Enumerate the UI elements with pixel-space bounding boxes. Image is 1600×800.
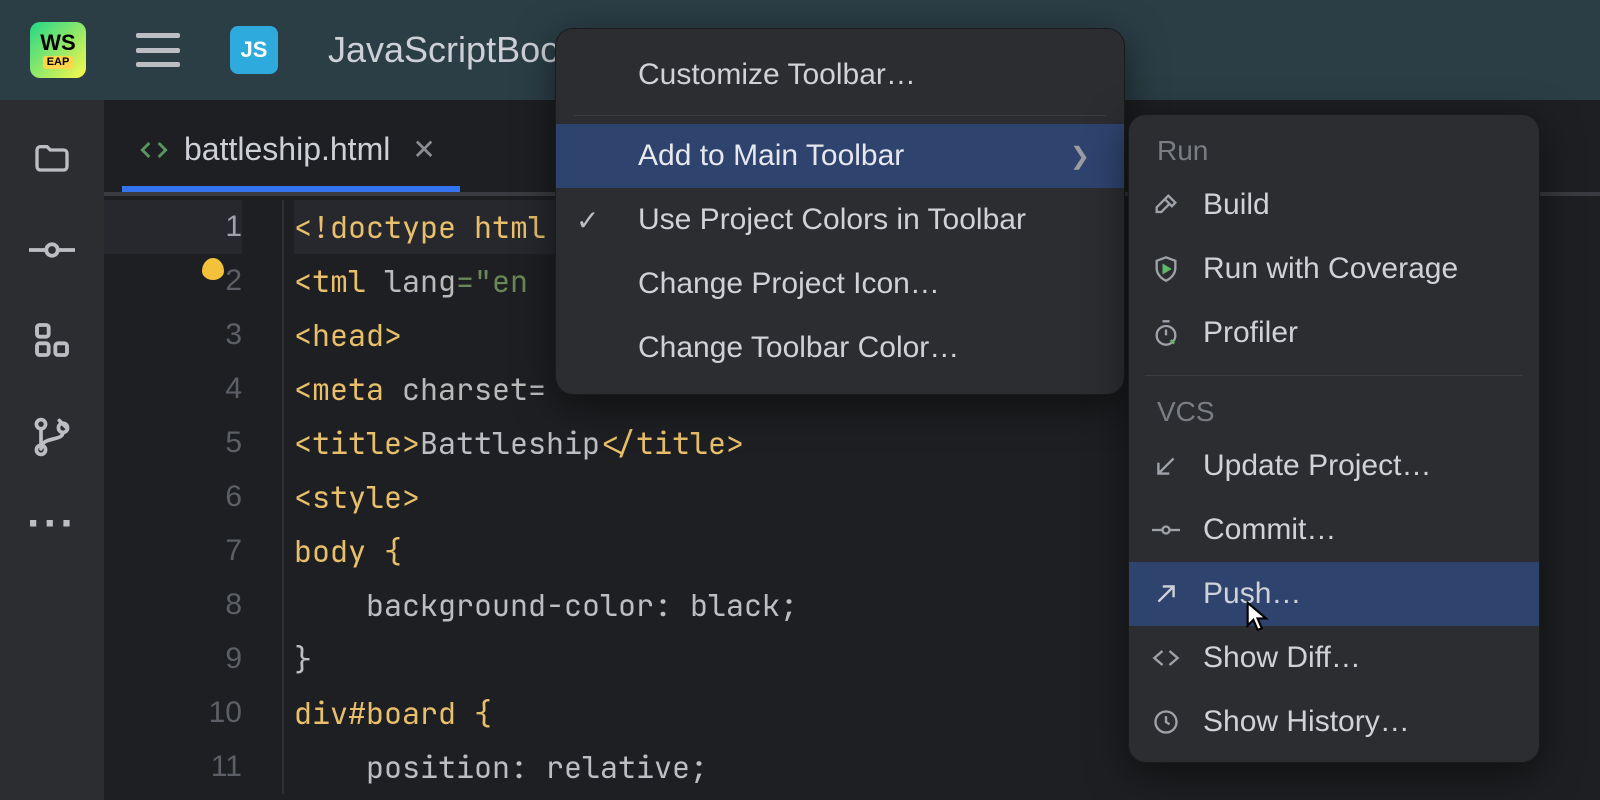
submenu-item-run-coverage[interactable]: Run with Coverage [1129, 237, 1539, 301]
menu-label: Use Project Colors in Toolbar [590, 203, 1026, 237]
menu-label: Change Toolbar Color… [590, 331, 959, 365]
clock-icon [1149, 708, 1183, 736]
tab-filename: battleship.html [184, 131, 390, 168]
code-token: <meta [294, 369, 402, 409]
line-number[interactable]: 3 [104, 308, 242, 362]
line-number[interactable]: 1 [104, 200, 242, 254]
tool-sidebar: ··· [0, 100, 104, 800]
app-logo: WS EAP [30, 22, 86, 78]
menu-item-change-project-icon[interactable]: Change Project Icon… [556, 252, 1124, 316]
menu-item-use-project-colors[interactable]: ✓ Use Project Colors in Toolbar [556, 188, 1124, 252]
code-token: body { [294, 531, 402, 571]
commit-dot-icon [1149, 523, 1183, 537]
line-number[interactable]: 5 [104, 416, 242, 470]
mouse-cursor-icon [1244, 600, 1274, 634]
code-token: position: relative; [294, 747, 708, 787]
menu-item-change-toolbar-color[interactable]: Change Toolbar Color… [556, 316, 1124, 380]
submenu-header-vcs: VCS [1129, 386, 1539, 434]
project-name[interactable]: JavaScriptBootc [328, 29, 588, 71]
submenu-item-commit[interactable]: Commit… [1129, 498, 1539, 562]
code-token: <head> [294, 315, 402, 355]
git-branch-icon[interactable] [29, 415, 75, 459]
line-number[interactable]: 4 [104, 362, 242, 416]
submenu-separator [1145, 375, 1523, 376]
code-token: background-color: black; [294, 585, 798, 625]
chevron-right-icon: ❯ [1070, 142, 1090, 171]
code-token: tml [312, 261, 384, 301]
check-icon: ✓ [576, 204, 599, 237]
line-number[interactable]: 11 [104, 740, 242, 794]
stopwatch-icon [1149, 319, 1183, 347]
line-number[interactable]: 10 [104, 686, 242, 740]
toolbar-context-menu: Customize Toolbar… Add to Main Toolbar ❯… [555, 28, 1125, 395]
arrow-down-left-icon [1149, 453, 1183, 479]
tab-battleship[interactable]: battleship.html ✕ [122, 113, 460, 192]
menu-label: Change Project Icon… [590, 267, 940, 301]
submenu-label: Commit… [1203, 513, 1336, 547]
project-icon[interactable] [29, 140, 75, 180]
submenu-item-push[interactable]: Push… [1129, 562, 1539, 626]
shield-play-icon [1149, 255, 1183, 283]
hamburger-menu-icon[interactable] [136, 33, 180, 67]
submenu-label: Show Diff… [1203, 641, 1361, 675]
menu-item-customize-toolbar[interactable]: Customize Toolbar… [556, 43, 1124, 107]
submenu-label: Show History… [1203, 705, 1410, 739]
arrow-up-right-icon [1149, 581, 1183, 607]
commit-icon[interactable] [29, 235, 75, 265]
menu-label: Customize Toolbar… [590, 58, 916, 92]
submenu-label: Run with Coverage [1203, 252, 1458, 286]
code-token: charset [402, 369, 528, 409]
code-token: <title> [294, 423, 420, 463]
menu-separator [574, 115, 1106, 116]
code-token: < [294, 261, 312, 301]
app-eap-badge: EAP [43, 56, 74, 69]
code-token: html [456, 207, 546, 247]
app-abbrev: WS [40, 32, 75, 54]
menu-label: Add to Main Toolbar [590, 139, 904, 173]
submenu-item-build[interactable]: Build [1129, 173, 1539, 237]
submenu-header-run: Run [1129, 125, 1539, 173]
diff-icon [1149, 648, 1183, 668]
line-number[interactable]: 7 [104, 524, 242, 578]
code-token: } [294, 639, 312, 679]
submenu-item-profiler[interactable]: Profiler [1129, 301, 1539, 365]
close-icon[interactable]: ✕ [412, 133, 435, 166]
project-badge[interactable]: JS [230, 26, 278, 74]
code-token: <style> [294, 477, 420, 517]
line-number[interactable]: 8 [104, 578, 242, 632]
submenu-item-show-history[interactable]: Show History… [1129, 690, 1539, 754]
submenu-label: Profiler [1203, 316, 1298, 350]
line-number[interactable]: 6 [104, 470, 242, 524]
submenu-label: Update Project… [1203, 449, 1431, 483]
more-icon[interactable]: ··· [27, 514, 77, 534]
code-token: </title> [600, 423, 744, 463]
submenu-label: Build [1203, 188, 1270, 222]
code-token: = [528, 369, 546, 409]
code-token: Battleship [420, 423, 600, 463]
code-token: ="en [456, 261, 528, 301]
menu-item-add-to-main-toolbar[interactable]: Add to Main Toolbar ❯ [556, 124, 1124, 188]
code-token: lang [384, 261, 456, 301]
html-file-icon [140, 136, 168, 164]
gutter: 1 2 3 4 5 6 7 8 9 10 11 [104, 200, 284, 794]
add-to-toolbar-submenu: Run Build Run with Coverage Profiler VCS… [1128, 114, 1540, 763]
line-number[interactable]: 9 [104, 632, 242, 686]
code-token: div#board { [294, 693, 492, 733]
code-token: <!doctype [294, 207, 456, 247]
hammer-icon [1149, 191, 1183, 219]
intention-bulb-icon[interactable] [202, 258, 224, 280]
submenu-item-show-diff[interactable]: Show Diff… [1129, 626, 1539, 690]
structure-icon[interactable] [29, 320, 75, 360]
submenu-item-update-project[interactable]: Update Project… [1129, 434, 1539, 498]
